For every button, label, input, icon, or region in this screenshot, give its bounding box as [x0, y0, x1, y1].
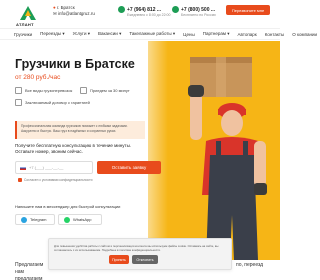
cookie-text: Для повышения удобства работы с сайтом и…	[54, 244, 219, 252]
whatsapp-label: WhatsApp	[73, 217, 92, 222]
phone-icon	[118, 6, 125, 13]
phone1-caption: Ежедневно с 8:00 до 22:00	[127, 13, 171, 17]
messenger-prompt: Напишите нам в мессенджер для быстрой ко…	[15, 204, 121, 209]
russia-flag-icon	[20, 165, 26, 170]
feature-contract: Заключаемый договор с гарантией	[15, 99, 90, 106]
page-title: Грузчики в Братске	[15, 57, 135, 71]
feature-label: Приедем за 30 минут	[90, 88, 130, 93]
section-intro-text: Предлагаем нам предлагаем	[15, 262, 44, 280]
feature-label: Все виды грузоперевозок	[25, 88, 73, 93]
nav-item-prices[interactable]: Цены	[183, 32, 195, 37]
phone-link-2[interactable]: +7 (800) 500 ... Бесплатно по России	[172, 6, 216, 17]
feature-label: Заключаемый договор с гарантией	[25, 100, 90, 105]
nav-item-about[interactable]: О компании	[292, 32, 317, 37]
mover-with-box-image	[188, 57, 267, 260]
nav-item-contacts[interactable]: Контакты	[265, 32, 284, 37]
nav-item-partners[interactable]: Партнерам ▾	[203, 31, 230, 37]
feature-30-min: Приедем за 30 минут	[80, 87, 130, 94]
logo-icon[interactable]	[20, 6, 36, 20]
phone-icon	[172, 6, 179, 13]
phone2-caption: Бесплатно по России	[181, 13, 216, 17]
mail-icon: ✉	[53, 11, 57, 16]
truck-icon	[15, 87, 22, 94]
city-selector[interactable]: ● г. Братск	[53, 5, 75, 10]
phone1-number: +7 (964) 812 ...	[127, 6, 162, 13]
email-label: info@atlantgruz.ru	[58, 11, 95, 16]
email-link[interactable]: ✉ info@atlantgruz.ru	[53, 11, 95, 17]
location-pin-icon: ●	[53, 5, 56, 10]
phone2-number: +7 (800) 500 ...	[181, 6, 216, 13]
site-header: АТЛАНТ ● г. Братск ✉ info@atlantgruz.ru …	[0, 0, 280, 27]
cookie-reject-button[interactable]: Отклонить	[132, 255, 158, 264]
city-label: г. Братск	[56, 5, 75, 10]
phone-link-1[interactable]: +7 (964) 812 ... Ежедневно с 8:00 до 22:…	[118, 6, 170, 17]
consent-label: Согласен с условиями конфиденциальности	[24, 178, 93, 182]
telegram-icon	[21, 216, 27, 223]
phone-placeholder: +7 (___) ___-__-__	[29, 165, 64, 170]
feature-all-types: Все виды грузоперевозок	[15, 87, 72, 94]
consult-text: Получите бесплатную консультацию в течен…	[15, 143, 132, 154]
whatsapp-button[interactable]: WhatsApp	[58, 214, 102, 225]
nav-item-services[interactable]: Услуги ▾	[73, 31, 90, 37]
telegram-button[interactable]: Telegram	[15, 214, 55, 225]
nav-item-fleet[interactable]: Автопарк	[238, 32, 257, 37]
submit-request-button[interactable]: Оставить заявку	[97, 161, 161, 174]
price-label: от 280 руб./час	[15, 74, 61, 81]
phone-input[interactable]: +7 (___) ___-__-__	[15, 161, 93, 174]
consent-checkbox[interactable]: Согласен с условиями конфиденциальности	[18, 178, 92, 182]
hero-section: Грузчики в Братске от 280 руб./час Все в…	[0, 41, 280, 260]
nav-item-rigging[interactable]: Такелажные работы ▾	[129, 31, 175, 37]
document-icon	[15, 99, 22, 106]
cookie-accept-button[interactable]: Принять	[109, 255, 129, 264]
cookie-banner: Для повышения удобства работы с сайтом и…	[48, 238, 232, 270]
nav-item-moving[interactable]: Переезды ▾	[40, 31, 64, 37]
main-nav: Грузчики Переезды ▾ Услуги ▾ Вакансии ▾ …	[0, 28, 317, 40]
callback-button[interactable]: Перезвоните мне	[226, 5, 270, 15]
whatsapp-icon	[64, 216, 70, 223]
logo-text: АТЛАНТ	[16, 22, 34, 27]
clock-icon	[80, 87, 87, 94]
section-intro-text-right: по, переезд	[236, 262, 264, 268]
info-box: Профессиональная команда грузчиков помож…	[15, 121, 145, 139]
nav-item-vacancies[interactable]: Вакансии ▾	[98, 31, 121, 37]
nav-item-movers[interactable]: Грузчики	[14, 32, 32, 37]
checkbox-checked-icon	[18, 178, 22, 182]
telegram-label: Telegram	[30, 217, 47, 222]
